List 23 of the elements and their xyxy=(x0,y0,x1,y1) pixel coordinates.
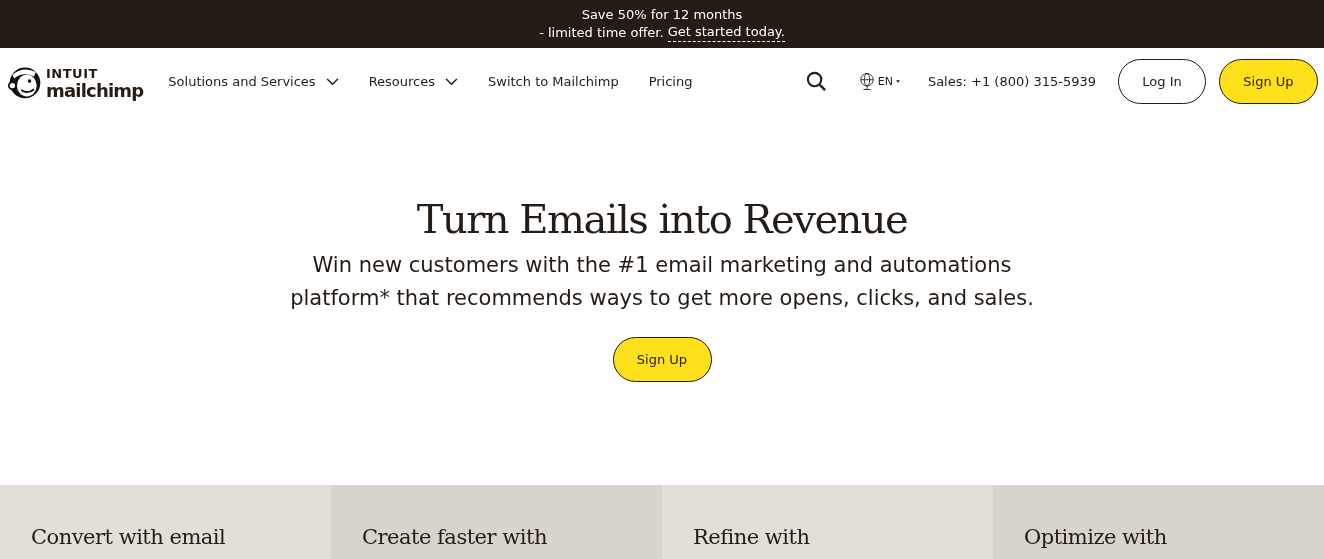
promo-text: Save 50% for 12 months xyxy=(581,6,743,24)
language-selector[interactable]: EN xyxy=(877,75,893,88)
nav-link[interactable]: Switch to Mailchimp xyxy=(488,74,619,89)
nav-link[interactable]: Pricing xyxy=(648,74,693,89)
feature-title: Optimize with xyxy=(1024,525,1167,549)
nav-link[interactable]: Solutions and Services xyxy=(168,74,339,89)
logo-wordmark[interactable]: mailchimp xyxy=(46,81,144,99)
promo-text: - limited time offer. xyxy=(539,24,664,42)
feature-title: Convert with email xyxy=(31,525,226,549)
login-button[interactable]: Log In xyxy=(1118,59,1206,104)
hero-title: Turn Emails into Revenue xyxy=(416,195,908,243)
nav-link[interactable]: Resources xyxy=(368,74,458,89)
search-icon[interactable] xyxy=(805,71,827,92)
hero-subtitle: Win new customers with the #1 email marketing and automations platform* that recommends ways to get more opens, clicks, and sales. xyxy=(289,252,1035,312)
logo-brand-text[interactable]: INTUIT xyxy=(46,64,144,82)
feature-title: Create faster with xyxy=(362,525,547,549)
caret-icon xyxy=(895,80,900,83)
sales-phone[interactable]: Sales: +1 (800) 315-5939 xyxy=(927,74,1096,89)
feature-title: Refine with xyxy=(693,525,810,549)
signup-button[interactable]: Sign Up xyxy=(612,337,712,382)
signup-button[interactable]: Sign Up xyxy=(1219,59,1318,104)
promo-link[interactable]: Get started today. xyxy=(667,24,785,42)
globe-icon[interactable] xyxy=(858,72,875,91)
